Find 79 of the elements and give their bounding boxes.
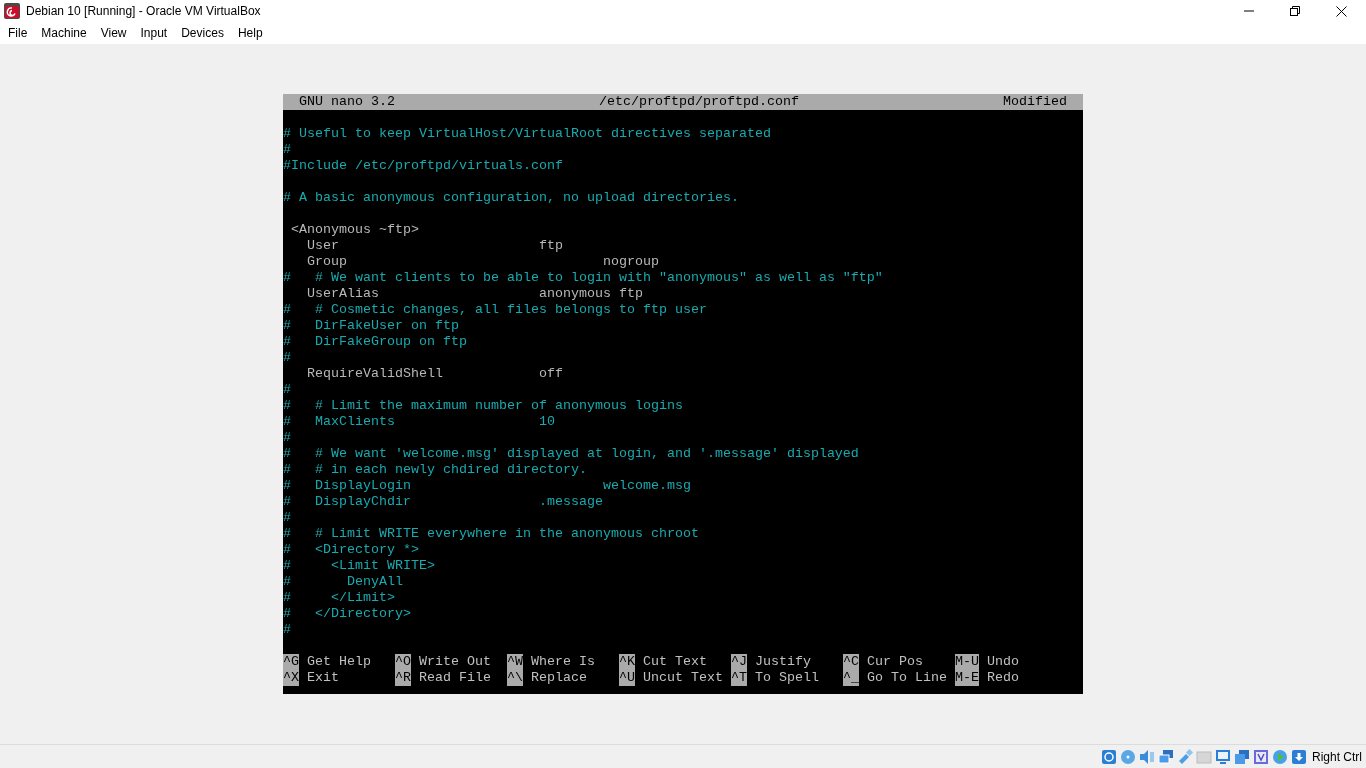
- comment-line: #: [283, 510, 291, 525]
- editor-version: GNU nano 3.2: [299, 94, 395, 110]
- comment-line: #: [283, 622, 291, 637]
- host-key-label: Right Ctrl: [1312, 749, 1362, 764]
- shortcut-key: ^J: [731, 654, 747, 670]
- menu-item[interactable]: File: [8, 26, 28, 40]
- comment-line: # DisplayLogin welcome.msg: [283, 478, 691, 493]
- comment-line: # <Limit WRITE>: [283, 558, 435, 573]
- comment-line: # A basic anonymous configuration, no upload directories.: [283, 190, 739, 205]
- shortcut-key: ^W: [507, 654, 523, 670]
- speaker-icon[interactable]: [1139, 748, 1155, 765]
- usb-plug-icon[interactable]: [1177, 748, 1193, 765]
- comment-line: #: [283, 350, 291, 365]
- shortcut-label: Read File: [419, 670, 491, 686]
- comment-line: # DirFakeGroup on ftp: [283, 334, 467, 349]
- comment-line: # # Limit the maximum number of anonymous logins: [283, 398, 683, 413]
- comment-line: # MaxClients 10: [283, 414, 555, 429]
- shortcut-label: To Spell: [755, 670, 819, 686]
- comment-line: #: [283, 142, 291, 157]
- shortcut-key: ^_: [843, 670, 859, 686]
- menu-item[interactable]: Machine: [41, 26, 87, 40]
- menu-item[interactable]: View: [100, 26, 127, 40]
- shortcut-label: Write Out: [419, 654, 491, 670]
- shortcut-key: ^G: [283, 654, 299, 670]
- disk-icon[interactable]: [1101, 748, 1117, 765]
- comment-line: # </Limit>: [283, 590, 395, 605]
- shortcut-label: Uncut Text: [643, 670, 723, 686]
- comment-line: # # Cosmetic changes, all files belongs to ftp user: [283, 302, 707, 317]
- shortcut-key: ^R: [395, 670, 411, 686]
- comment-line: # DisplayChdir .message: [283, 494, 603, 509]
- menu-item[interactable]: Input: [140, 26, 168, 40]
- modified-status: Modified: [1003, 94, 1067, 110]
- shortcut-key: ^X: [283, 670, 299, 686]
- comment-line: #: [283, 382, 291, 397]
- config-line: Group nogroup: [306, 254, 659, 269]
- shortcut-key: ^C: [843, 654, 859, 670]
- config-line: User ftp: [306, 238, 563, 253]
- config-line: <Anonymous ~ftp>: [290, 222, 419, 237]
- shortcut-label: Where Is: [531, 654, 595, 670]
- app-icon: [4, 3, 20, 19]
- comment-line: # # in each newly chdired directory.: [283, 462, 587, 477]
- comment-line: # DenyAll: [283, 574, 403, 589]
- config-line: RequireValidShell off: [306, 366, 563, 381]
- monitor-icon[interactable]: [1215, 748, 1231, 765]
- comment-line: # <Directory *>: [283, 542, 419, 557]
- shortcut-label: Redo: [987, 670, 1019, 686]
- config-line: UserAlias anonymous ftp: [306, 286, 643, 301]
- shortcut-key: ^\: [507, 670, 523, 686]
- shortcut-label: Get Help: [307, 654, 371, 670]
- comment-line: #: [283, 430, 291, 445]
- close-icon[interactable]: [1336, 5, 1347, 17]
- shortcut-key: ^U: [619, 670, 635, 686]
- comment-line: #Include /etc/proftpd/virtuals.conf: [283, 158, 563, 173]
- comment-line: # # Limit WRITE everywhere in the anonymous chroot: [283, 526, 699, 541]
- shortcut-label: Undo: [987, 654, 1019, 670]
- windows-icon[interactable]: [1234, 748, 1250, 765]
- shortcut-label: Justify: [755, 654, 811, 670]
- shortcut-label: Exit: [307, 670, 339, 686]
- comment-line: # # We want clients to be able to login with "anonymous" as well as "ftp": [283, 270, 883, 285]
- shortcut-key: ^O: [395, 654, 411, 670]
- comment-line: # </Directory>: [283, 606, 411, 621]
- comment-line: # DirFakeUser on ftp: [283, 318, 459, 333]
- comment-line: # Useful to keep VirtualHost/VirtualRoot directives separated: [283, 126, 771, 141]
- window-title: Debian 10 [Running] - Oracle VM VirtualBox: [26, 4, 261, 18]
- disc-icon[interactable]: [1120, 748, 1136, 765]
- shortcut-key: M-E: [955, 670, 979, 686]
- restore-icon[interactable]: [1290, 6, 1300, 16]
- monitors-icon[interactable]: [1158, 748, 1174, 765]
- shortcut-label: Replace: [531, 670, 587, 686]
- menu-item[interactable]: Devices: [181, 26, 224, 40]
- menu-item[interactable]: Help: [237, 26, 263, 40]
- shortcut-key: M-U: [955, 654, 979, 670]
- shortcut-label: Cut Text: [643, 654, 707, 670]
- file-name: /etc/proftpd/proftpd.conf: [599, 94, 799, 110]
- comment-line: # # We want 'welcome.msg' displayed at login, and '.message' displayed: [283, 446, 859, 461]
- shortcut-key: ^T: [731, 670, 747, 686]
- shortcut-label: Go To Line: [867, 670, 947, 686]
- shortcut-label: Cur Pos: [867, 654, 923, 670]
- shortcut-key: ^K: [619, 654, 635, 670]
